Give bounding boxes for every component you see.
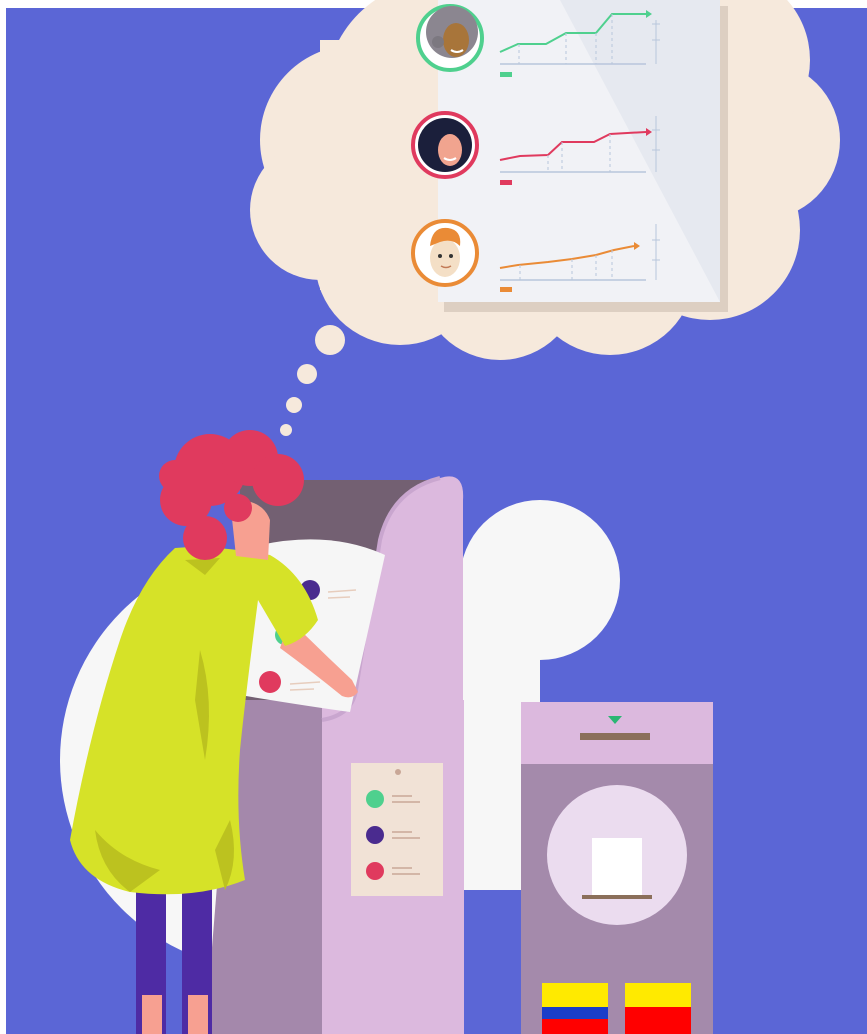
woman-dark-hair-avatar-icon [418,118,472,172]
colombia-flag-icon [542,983,608,1034]
left-margin-strip [0,0,6,1034]
man-orange-hair-avatar-icon [430,227,461,277]
card-option-red [366,862,384,880]
ballot-box [521,702,713,1034]
voting-illustration [0,0,867,1034]
ballot-slot [580,733,650,740]
woman-gray-hair-avatar-icon [426,6,478,58]
ballot-inside [592,838,642,896]
illustration-canvas [0,0,867,1034]
yellow-red-flag-icon [625,983,691,1034]
card-option-purple [366,826,384,844]
instruction-card [351,763,443,896]
ballot-option-red [259,671,281,693]
card-option-green [366,790,384,808]
